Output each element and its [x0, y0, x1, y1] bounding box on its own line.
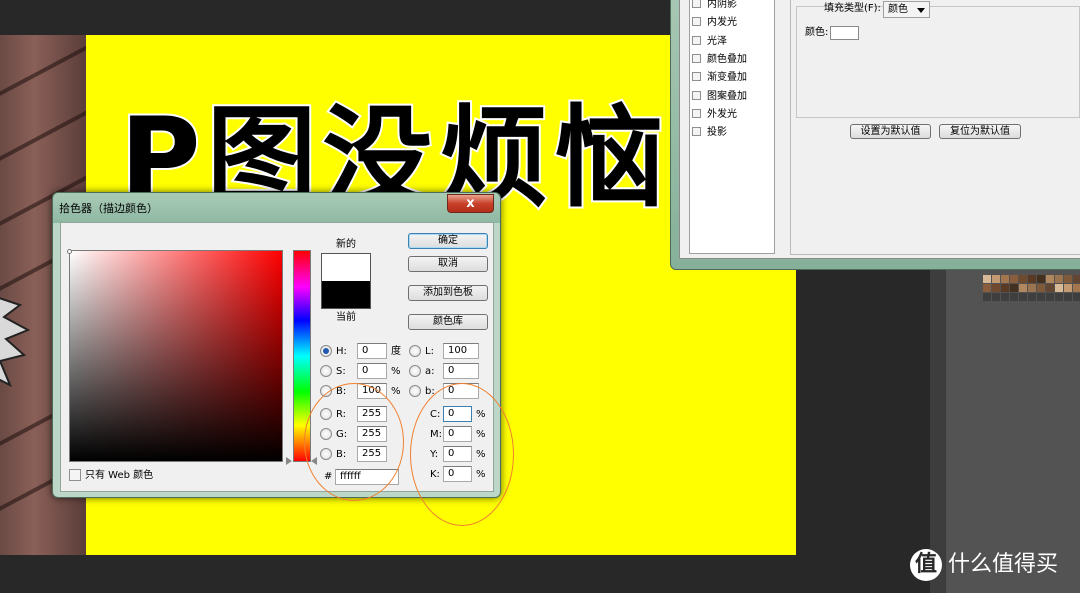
effect-checkbox[interactable]	[692, 0, 701, 8]
effect-label: 光泽	[707, 35, 727, 47]
lab-0-input[interactable]: 100	[443, 343, 479, 359]
hsb-1-label: S:	[336, 366, 346, 377]
color-mode-radio[interactable]	[320, 365, 332, 377]
set-default-button[interactable]: 设置为默认值	[850, 124, 931, 139]
watermark-text: 什么值得买	[948, 552, 1059, 577]
effect-checkbox[interactable]	[692, 90, 701, 100]
effect-item[interactable]: 投影	[692, 126, 727, 140]
effect-checkbox[interactable]	[692, 35, 701, 45]
color-field-handle[interactable]	[67, 249, 72, 254]
effect-label: 颜色叠加	[707, 53, 747, 65]
fill-color-label: 颜色:	[805, 27, 829, 38]
lab-1-input[interactable]: 0	[443, 363, 479, 379]
annotation-circle-rgb	[304, 383, 404, 501]
web-only-label: 只有 Web 颜色	[85, 470, 154, 481]
effect-item[interactable]: 光泽	[692, 35, 727, 49]
effect-label: 投影	[707, 127, 727, 139]
close-icon: x	[466, 196, 475, 211]
hsb-0-input[interactable]: 0	[357, 343, 387, 359]
layer-style-dialog: 填充类型(F): 颜色 颜色: 设置为默认值 复位为默认值 内阴影内发光光泽颜色…	[670, 0, 1080, 270]
effect-item[interactable]: 颜色叠加	[692, 53, 747, 67]
hsb-1-unit: %	[391, 366, 401, 377]
effect-item[interactable]: 图案叠加	[692, 90, 747, 104]
effect-label: 渐变叠加	[707, 72, 747, 84]
effect-checkbox[interactable]	[692, 127, 701, 137]
effect-checkbox[interactable]	[692, 72, 701, 82]
cancel-button[interactable]: 取消	[408, 256, 488, 272]
swatches-panel	[945, 270, 1080, 593]
color-mode-radio[interactable]	[409, 385, 421, 397]
reset-default-button[interactable]: 复位为默认值	[939, 124, 1021, 139]
hsb-0-label: H:	[336, 346, 347, 357]
color-mode-radio[interactable]	[409, 345, 421, 357]
fill-type-group	[796, 6, 1080, 118]
add-to-swatches-button[interactable]: 添加到色板	[408, 285, 488, 301]
screen: P图没烦恼 填充类型(F): 颜色 颜色: 设置为默认值 复位为默认值 内阴影内…	[0, 0, 1080, 593]
swatch-grid[interactable]	[983, 275, 1080, 301]
chevron-down-icon	[917, 8, 925, 13]
watermark-logo-icon: 值	[910, 549, 942, 581]
color-mode-radio[interactable]	[320, 345, 332, 357]
fill-type-value: 颜色	[888, 4, 908, 15]
effect-item[interactable]: 内发光	[692, 16, 737, 30]
dialog-title: 拾色器（描边颜色）	[59, 202, 158, 215]
effect-item[interactable]: 内阴影	[692, 0, 737, 12]
lab-0-label: L:	[425, 346, 434, 357]
fill-color-swatch[interactable]	[830, 26, 859, 40]
effect-item[interactable]: 外发光	[692, 108, 737, 122]
layer-style-body: 填充类型(F): 颜色 颜色: 设置为默认值 复位为默认值 内阴影内发光光泽颜色…	[679, 0, 1080, 259]
lab-1-label: a:	[425, 366, 435, 377]
effect-checkbox[interactable]	[692, 108, 701, 118]
annotation-circle-cmyk	[410, 383, 514, 526]
watermark: 值什么值得买	[910, 549, 1058, 581]
effect-checkbox[interactable]	[692, 17, 701, 27]
current-color-label: 当前	[336, 312, 356, 323]
effect-label: 图案叠加	[707, 90, 747, 102]
ok-button[interactable]: 确定	[408, 233, 488, 249]
hsb-2-unit: %	[391, 386, 401, 397]
hsb-1-input[interactable]: 0	[357, 363, 387, 379]
effect-label: 内阴影	[707, 0, 737, 10]
effect-item[interactable]: 渐变叠加	[692, 71, 747, 85]
new-color-label: 新的	[336, 239, 356, 250]
color-mode-radio[interactable]	[409, 365, 421, 377]
fill-type-dropdown[interactable]: 颜色	[883, 1, 930, 18]
fill-type-label: 填充类型(F):	[824, 3, 881, 14]
panel-scrollbar[interactable]	[930, 270, 946, 593]
saturation-brightness-field[interactable]	[69, 250, 283, 462]
current-color-swatch[interactable]	[321, 281, 371, 309]
hue-slider-left-arrow-icon[interactable]	[286, 457, 292, 465]
character-hair-image	[0, 297, 31, 388]
effect-label: 内发光	[707, 17, 737, 29]
web-only-checkbox[interactable]	[69, 469, 81, 481]
close-button[interactable]: x	[447, 194, 494, 213]
effect-label: 外发光	[707, 108, 737, 120]
color-libraries-button[interactable]: 颜色库	[408, 314, 488, 330]
effect-checkbox[interactable]	[692, 53, 701, 63]
new-color-swatch	[321, 253, 371, 281]
hsb-0-unit: 度	[391, 346, 401, 357]
